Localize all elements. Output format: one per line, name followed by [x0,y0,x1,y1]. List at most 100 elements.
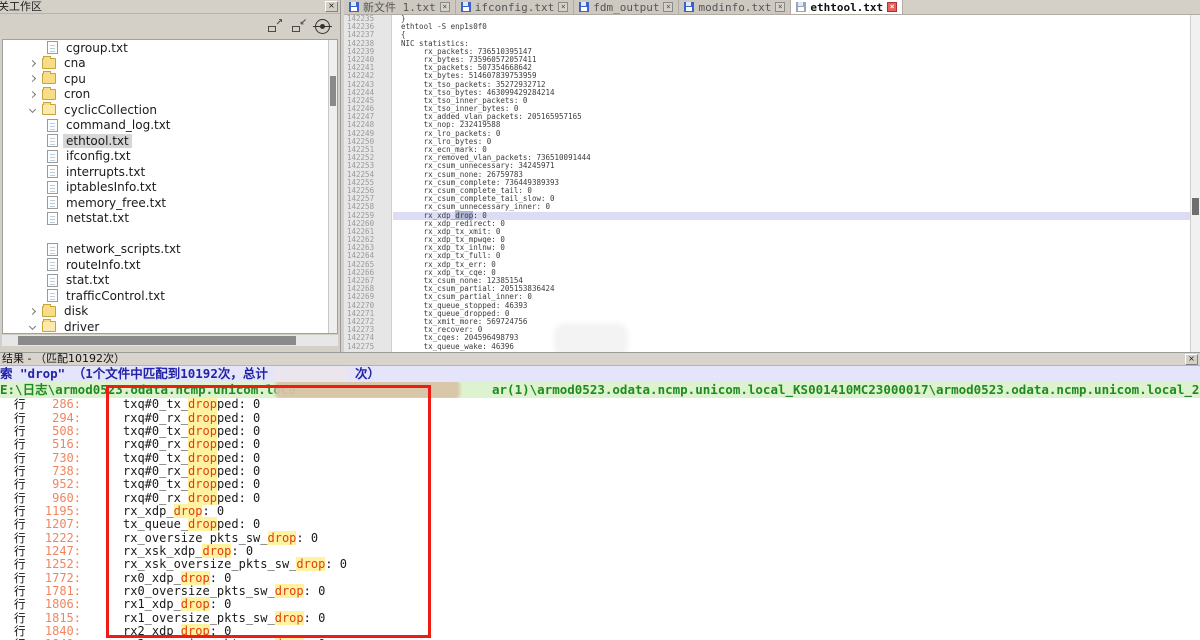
row-match-highlight: drop [188,517,217,531]
tab-modinfo-txt[interactable]: modinfo.txt × [679,0,791,14]
tree-horizontal-scrollbar[interactable] [2,335,338,346]
tree-item-label: iptablesInfo.txt [63,180,159,194]
tree-item-ifconfig-txt[interactable]: ifconfig.txt [3,149,337,165]
row-match-highlight: drop [202,544,231,558]
tree-item-command_log-txt[interactable]: command_log.txt [3,118,337,134]
result-row[interactable]: 行1840:rx2_xdp_drop: 0 [0,625,1200,638]
file-icon [47,181,58,194]
result-row[interactable]: 行1207:tx_queue_dropped: 0 [0,518,1200,531]
result-row[interactable]: 行1195:rx_xdp_drop: 0 [0,505,1200,518]
row-line-number: 1207: [29,518,81,531]
tree-item-driver[interactable]: driver [3,319,337,334]
tree-item-cycliccollection[interactable]: cyclicCollection [3,102,337,118]
chevron-right-icon[interactable] [29,75,36,82]
tab-close-icon[interactable]: × [663,2,673,12]
tree-item-cgroup-txt[interactable]: cgroup.txt [3,40,337,56]
result-row[interactable]: 行1781:rx0_oversize_pkts_sw_drop: 0 [0,585,1200,598]
row-text: rx1_oversize_pkts_sw_drop: 0 [123,612,325,625]
row-line-number: 738: [29,465,81,478]
result-row[interactable]: 行1815:rx1_oversize_pkts_sw_drop: 0 [0,612,1200,625]
result-row[interactable]: 行1252:rx_xsk_oversize_pkts_sw_drop: 0 [0,558,1200,571]
row-match-highlight: drop [188,464,217,478]
tree-item-ethtool-txt[interactable]: ethtool.txt [3,133,337,149]
tree-item-label: driver [61,320,102,334]
file-icon [47,119,58,132]
result-row[interactable]: 行508:txq#0_tx_dropped: 0 [0,425,1200,438]
result-file-path-suffix: ar(1)\armod0523.odata.ncmp.unicom.local_… [492,382,1200,397]
tree-item-stat-txt[interactable]: stat.txt [3,273,337,289]
tab-fdm_output[interactable]: fdm_output× [574,0,679,14]
chevron-right-icon[interactable] [29,91,36,98]
result-row[interactable]: 行1222:rx_oversize_pkts_sw_drop: 0 [0,531,1200,544]
row-line-number: 1222: [29,532,81,545]
search-summary-line: 索 "drop" （1个文件中匹配到10192次，总计 次） [0,366,1200,382]
code-line: 142236ethtool -S enp1s0f0 [344,23,1190,31]
workspace-close-button[interactable]: × [325,1,338,12]
result-row[interactable]: 行286:txq#0_tx_dropped: 0 [0,398,1200,411]
row-match-highlight: drop [181,597,210,611]
result-row[interactable]: 行730:txq#0_tx_dropped: 0 [0,451,1200,464]
save-floppy-icon [579,2,589,12]
tab-close-icon[interactable]: × [887,2,897,12]
chevron-down-icon[interactable] [29,106,36,113]
tree-vertical-scrollbar[interactable] [328,40,337,333]
results-list: 行286:txq#0_tx_dropped: 0行294:rxq#0_rx_dr… [0,398,1200,640]
chevron-down-icon[interactable] [29,323,36,330]
folder-icon [42,89,56,100]
result-file-path-line[interactable]: E:\日志\armod0523.odata.ncmp.unicom.loca a… [0,382,1200,398]
result-row[interactable]: 行952:txq#0_tx_dropped: 0 [0,478,1200,491]
search-results-panel: 结果 - （匹配10192次） × 索 "drop" （1个文件中匹配到1019… [0,352,1200,640]
row-line-number: 1815: [29,612,81,625]
tree-item-cpu[interactable]: cpu [3,71,337,87]
row-text: rx_oversize_pkts_sw_drop: 0 [123,532,318,545]
row-text: tx_queue_dropped: 0 [123,518,260,531]
editor-text-area[interactable]: 142235}142236ethtool -S enp1s0f0142237{1… [344,15,1190,352]
editor-panel: 新文件 1.txt×ifconfig.txt×fdm_output×modinf… [344,0,1200,352]
result-row[interactable]: 行1247:rx_xsk_xdp_drop: 0 [0,545,1200,558]
expand-all-icon[interactable]: ↗ [267,19,283,33]
tree-item-network_scripts-txt[interactable]: network_scripts.txt [3,242,337,258]
tree-item-cna[interactable]: cna [3,56,337,72]
tree-spacer [3,226,337,242]
result-row[interactable]: 行1772:rx0_xdp_drop: 0 [0,571,1200,584]
tab-close-icon[interactable]: × [775,2,785,12]
row-line-number: 952: [29,478,81,491]
tree-item-routeinfo-txt[interactable]: routeInfo.txt [3,257,337,273]
result-row[interactable]: 行960:rxq#0_rx_dropped: 0 [0,491,1200,504]
locate-file-icon[interactable] [315,19,330,34]
collapse-all-icon[interactable]: ↙ [291,19,307,33]
row-match-highlight: drop [188,398,217,411]
result-row[interactable]: 行1806:rx1_xdp_drop: 0 [0,598,1200,611]
file-icon [47,196,58,209]
row-match-highlight: drop [275,584,304,598]
row-line-number: 286: [29,398,81,411]
result-row[interactable]: 行516:rxq#0_rx_dropped: 0 [0,438,1200,451]
tab-close-icon[interactable]: × [440,2,450,12]
editor-vertical-scrollbar[interactable] [1190,15,1200,352]
tab-close-icon[interactable]: × [558,2,568,12]
tab--1-txt[interactable]: 新文件 1.txt× [344,0,456,14]
file-icon [47,212,58,225]
tree-item-interrupts-txt[interactable]: interrupts.txt [3,164,337,180]
tab-ethtool-txt[interactable]: ethtool.txt× [791,0,903,14]
result-row[interactable]: 行294:rxq#0_rx_dropped: 0 [0,411,1200,424]
row-line-number: 294: [29,412,81,425]
tree-item-trafficcontrol-txt[interactable]: trafficControl.txt [3,288,337,304]
tree-item-netstat-txt[interactable]: netstat.txt [3,211,337,227]
result-row[interactable]: 行738:rxq#0_rx_dropped: 0 [0,465,1200,478]
file-icon [47,134,58,147]
tab-label: modinfo.txt [698,1,771,14]
tree-item-cron[interactable]: cron [3,87,337,103]
file-tree: cgroup.txtcnacpucroncyclicCollectioncomm… [2,39,338,334]
chevron-right-icon[interactable] [29,308,36,315]
tab-ifconfig-txt[interactable]: ifconfig.txt× [456,0,574,14]
row-text: rx0_oversize_pkts_sw_drop: 0 [123,585,325,598]
tree-item-iptablesinfo-txt[interactable]: iptablesInfo.txt [3,180,337,196]
tree-item-disk[interactable]: disk [3,304,337,320]
results-close-button[interactable]: × [1185,354,1198,365]
chevron-right-icon[interactable] [29,60,36,67]
row-line-number: 730: [29,452,81,465]
row-line-label: 行 [14,505,29,518]
tree-item-memory_free-txt[interactable]: memory_free.txt [3,195,337,211]
tree-item-label: netstat.txt [63,211,132,225]
